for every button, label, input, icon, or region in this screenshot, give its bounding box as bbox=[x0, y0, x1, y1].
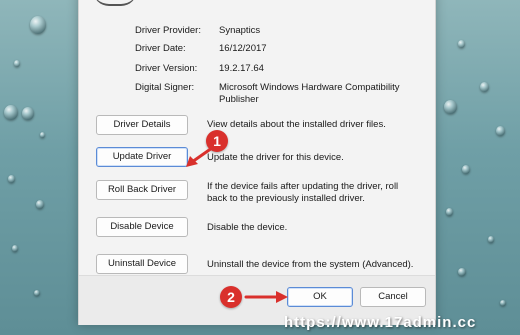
driver-details-description: View details about the installed driver … bbox=[207, 119, 386, 130]
roll-back-driver-button[interactable]: Roll Back Driver bbox=[96, 180, 188, 200]
info-value: 19.2.17.64 bbox=[219, 63, 264, 74]
info-label: Driver Version: bbox=[135, 63, 198, 74]
water-drop bbox=[458, 40, 465, 48]
info-value: Synaptics bbox=[219, 25, 261, 36]
water-drop bbox=[458, 268, 466, 276]
driver-details-button[interactable]: Driver Details bbox=[96, 115, 188, 135]
uninstall-device-button[interactable]: Uninstall Device bbox=[96, 254, 188, 274]
water-drop bbox=[34, 290, 40, 296]
driver-properties-dialog: Driver Provider: Synaptics Driver Date: … bbox=[78, 0, 436, 325]
step-2-badge: 2 bbox=[220, 286, 242, 308]
water-drop bbox=[446, 208, 453, 216]
ok-button[interactable]: OK bbox=[287, 287, 353, 307]
water-drop bbox=[496, 126, 505, 136]
info-value: Microsoft Windows Hardware Compatibility… bbox=[219, 82, 400, 105]
water-drop bbox=[30, 16, 46, 34]
uninstall-device-description: Uninstall the device from the system (Ad… bbox=[207, 259, 414, 270]
step-1-arrow bbox=[186, 146, 214, 167]
update-driver-button[interactable]: Update Driver bbox=[96, 147, 188, 167]
step-2-arrow bbox=[244, 291, 288, 303]
water-drop bbox=[444, 100, 457, 114]
watermark-text: https://www.17admin.cc bbox=[284, 314, 477, 331]
cancel-button[interactable]: Cancel bbox=[360, 287, 426, 307]
water-drop bbox=[462, 165, 470, 174]
info-label: Digital Signer: bbox=[135, 82, 195, 93]
water-drop bbox=[488, 236, 494, 243]
water-drop bbox=[22, 107, 34, 120]
water-drop bbox=[480, 82, 489, 92]
water-drop bbox=[40, 132, 45, 138]
disable-device-button[interactable]: Disable Device bbox=[96, 217, 188, 237]
water-drop bbox=[500, 300, 506, 306]
device-icon-edge bbox=[93, 0, 137, 6]
disable-device-description: Disable the device. bbox=[207, 222, 288, 233]
info-value: 16/12/2017 bbox=[219, 43, 267, 54]
info-label: Driver Date: bbox=[135, 43, 186, 54]
water-drop bbox=[12, 245, 18, 252]
roll-back-driver-description: If the device fails after updating the d… bbox=[207, 181, 399, 204]
update-driver-description: Update the driver for this device. bbox=[207, 152, 344, 163]
info-label: Driver Provider: bbox=[135, 25, 201, 36]
water-drop bbox=[4, 105, 18, 120]
water-drop bbox=[14, 60, 20, 67]
water-drop bbox=[8, 175, 15, 183]
water-drop bbox=[36, 200, 44, 209]
